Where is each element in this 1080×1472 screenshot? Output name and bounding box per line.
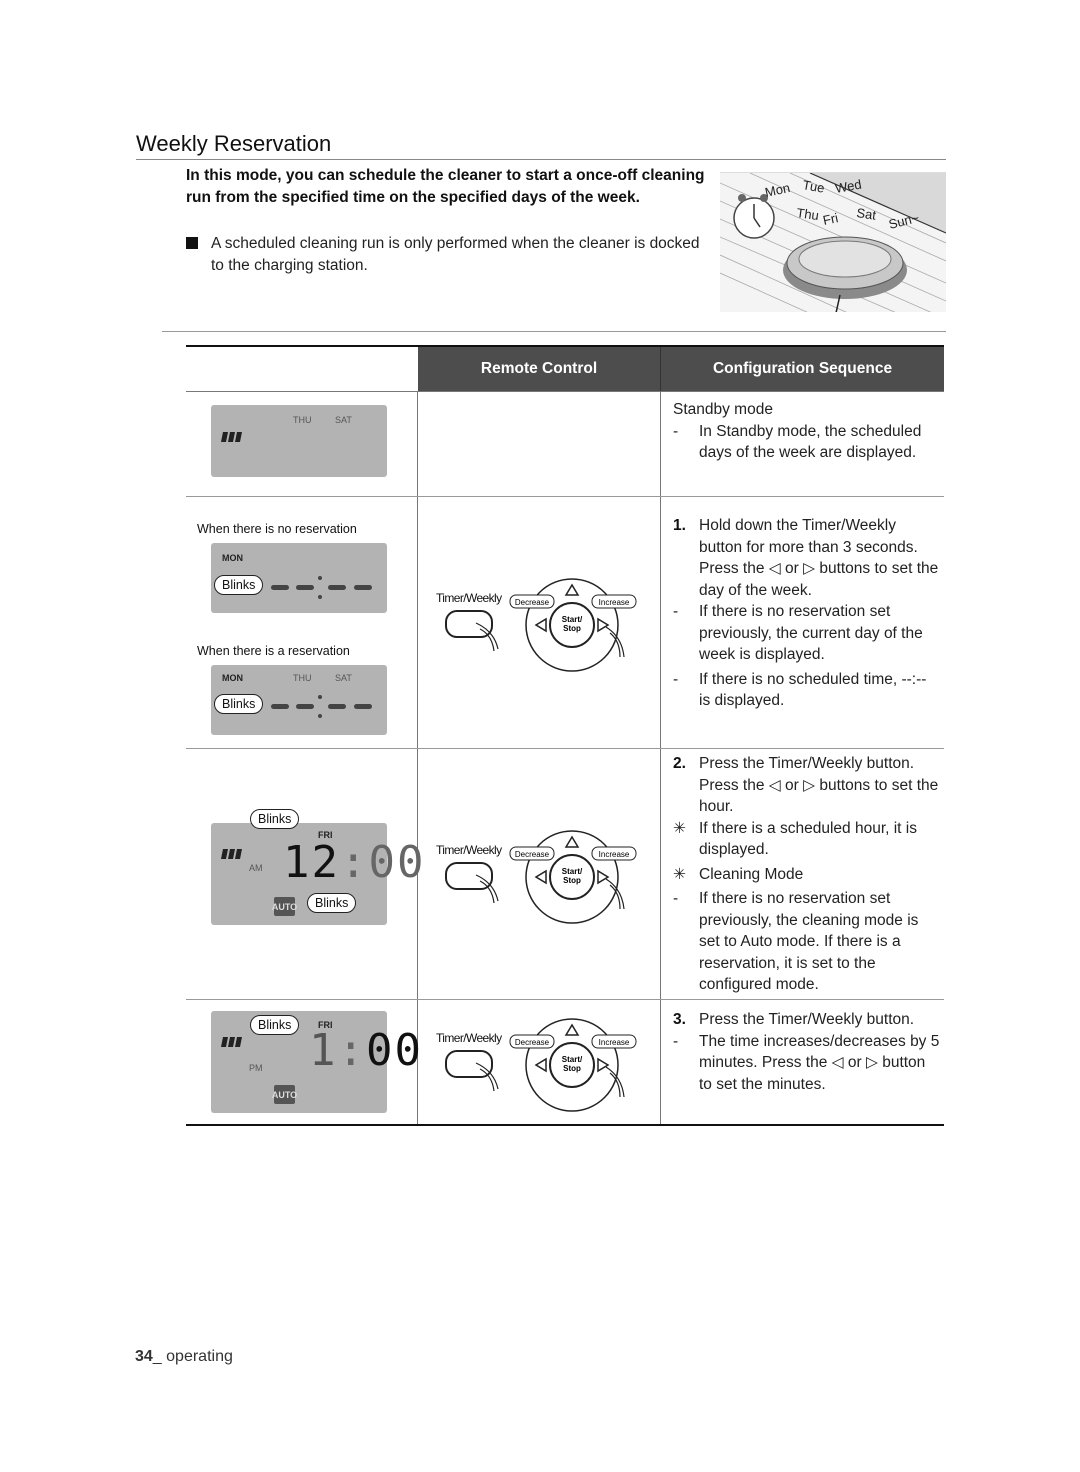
battery-icon bbox=[221, 432, 242, 442]
config-step: 1. Hold down the Timer/Weekly button for … bbox=[673, 517, 939, 599]
day-label: Sat bbox=[856, 205, 878, 223]
section-divider bbox=[162, 331, 946, 332]
day-label: Fri bbox=[822, 210, 840, 228]
remote-control-illustration: Timer/Weekly Start/ Stop Decrease Increa… bbox=[436, 829, 646, 929]
section-title: Weekly Reservation bbox=[136, 131, 332, 156]
bullet-square-icon bbox=[186, 237, 198, 249]
battery-icon bbox=[221, 849, 242, 859]
remote-control-illustration: Timer/Weekly Start/ Stop Decrease Increa… bbox=[436, 1017, 646, 1117]
svg-text:Increase: Increase bbox=[599, 850, 630, 859]
config-item: - The time increases/decreases by 5 minut… bbox=[673, 1032, 940, 1093]
config-item: - If there is no reservation set previous… bbox=[673, 890, 919, 993]
remote-control-illustration: Timer/Weekly Start/ Stop Decrease Increa… bbox=[436, 577, 646, 677]
intro-text: In this mode, you can schedule the clean… bbox=[186, 167, 705, 206]
config-step: 3. Press the Timer/Weekly button. bbox=[673, 1011, 915, 1028]
config-sequence: 3. Press the Timer/Weekly button. - The ti… bbox=[673, 1009, 941, 1095]
lcd-display: FRI PM 1:00 AUTO Blinks bbox=[211, 1011, 421, 1113]
battery-icon bbox=[221, 1037, 242, 1047]
lcd-day: THU bbox=[293, 673, 312, 683]
am-pm-indicator: PM bbox=[249, 1063, 263, 1073]
lcd-time: 12:00 bbox=[283, 837, 426, 888]
svg-text:Start/: Start/ bbox=[562, 867, 583, 876]
config-item: - If there is no scheduled time, --:-- is… bbox=[673, 670, 927, 710]
auto-mode-icon: AUTO bbox=[272, 897, 297, 916]
auto-mode-icon: AUTO bbox=[272, 1085, 297, 1104]
note: A scheduled cleaning run is only perform… bbox=[186, 233, 716, 276]
blinks-callout: Blinks bbox=[307, 893, 357, 913]
page-number: 34 bbox=[135, 1348, 153, 1365]
svg-text:Increase: Increase bbox=[599, 1038, 630, 1047]
blinks-callout: Blinks bbox=[250, 809, 300, 829]
config-lead: Standby mode bbox=[673, 401, 773, 418]
header-configuration-sequence: Configuration Sequence bbox=[661, 347, 944, 391]
lcd-day: MON bbox=[222, 673, 243, 683]
lcd-display: THU SAT bbox=[211, 405, 387, 477]
page-footer: 34_ operating bbox=[135, 1348, 233, 1365]
svg-text:Decrease: Decrease bbox=[515, 850, 550, 859]
blinks-callout: Blinks bbox=[214, 575, 264, 595]
config-sequence: Standby mode - In Standby mode, the sched… bbox=[673, 399, 941, 464]
config-item: - If there is no reservation set previous… bbox=[673, 603, 923, 663]
lcd-display: MON THU SAT Blinks bbox=[211, 665, 387, 735]
svg-text:Start/: Start/ bbox=[562, 1055, 583, 1064]
caption-no-reservation: When there is no reservation bbox=[197, 522, 357, 536]
caption-reservation: When there is a reservation bbox=[197, 644, 350, 658]
lcd-day: SAT bbox=[335, 673, 352, 683]
config-sequence: 2. Press the Timer/Weekly button. Press t… bbox=[673, 753, 941, 996]
svg-text:Decrease: Decrease bbox=[515, 1038, 550, 1047]
svg-text:Stop: Stop bbox=[563, 876, 581, 885]
config-item: ✳ Cleaning Mode bbox=[673, 865, 804, 883]
lcd-time: 1:00 bbox=[309, 1025, 423, 1076]
table-bottom-rule bbox=[186, 1124, 944, 1126]
blinks-callout: Blinks bbox=[214, 694, 264, 714]
lcd-day: THU bbox=[293, 415, 312, 425]
title-divider bbox=[136, 159, 946, 160]
lcd-day: MON bbox=[222, 553, 243, 563]
lcd-display: MON Blinks bbox=[211, 543, 387, 613]
note-text: A scheduled cleaning run is only perform… bbox=[211, 235, 700, 274]
lcd-display: FRI AM 12:00 AUTO Blinks Blinks bbox=[211, 809, 423, 925]
svg-text:Increase: Increase bbox=[599, 598, 630, 607]
am-pm-indicator: AM bbox=[249, 863, 263, 873]
svg-text:Stop: Stop bbox=[563, 624, 581, 633]
config-item: - In Standby mode, the scheduled days of … bbox=[673, 422, 922, 462]
svg-text:Stop: Stop bbox=[563, 1064, 581, 1073]
column-divider bbox=[417, 391, 418, 1124]
column-divider bbox=[660, 391, 661, 1124]
lcd-day: SAT bbox=[335, 415, 352, 425]
header-remote-control: Remote Control bbox=[418, 347, 660, 391]
config-step: 2. Press the Timer/Weekly button. Press t… bbox=[673, 755, 939, 815]
footer-section: operating bbox=[166, 1348, 233, 1365]
config-sequence: 1. Hold down the Timer/Weekly button for … bbox=[673, 515, 941, 712]
svg-text:Decrease: Decrease bbox=[515, 598, 550, 607]
day-label: Thu bbox=[796, 205, 820, 223]
blinks-callout: Blinks bbox=[250, 1015, 300, 1035]
config-item: ✳ If there is a scheduled hour, it is dis… bbox=[673, 819, 917, 859]
robot-cleaner-illustration: Mon Tue Wed Thu Fri Sat Sun~ bbox=[720, 172, 946, 312]
svg-text:Start/: Start/ bbox=[562, 615, 583, 624]
